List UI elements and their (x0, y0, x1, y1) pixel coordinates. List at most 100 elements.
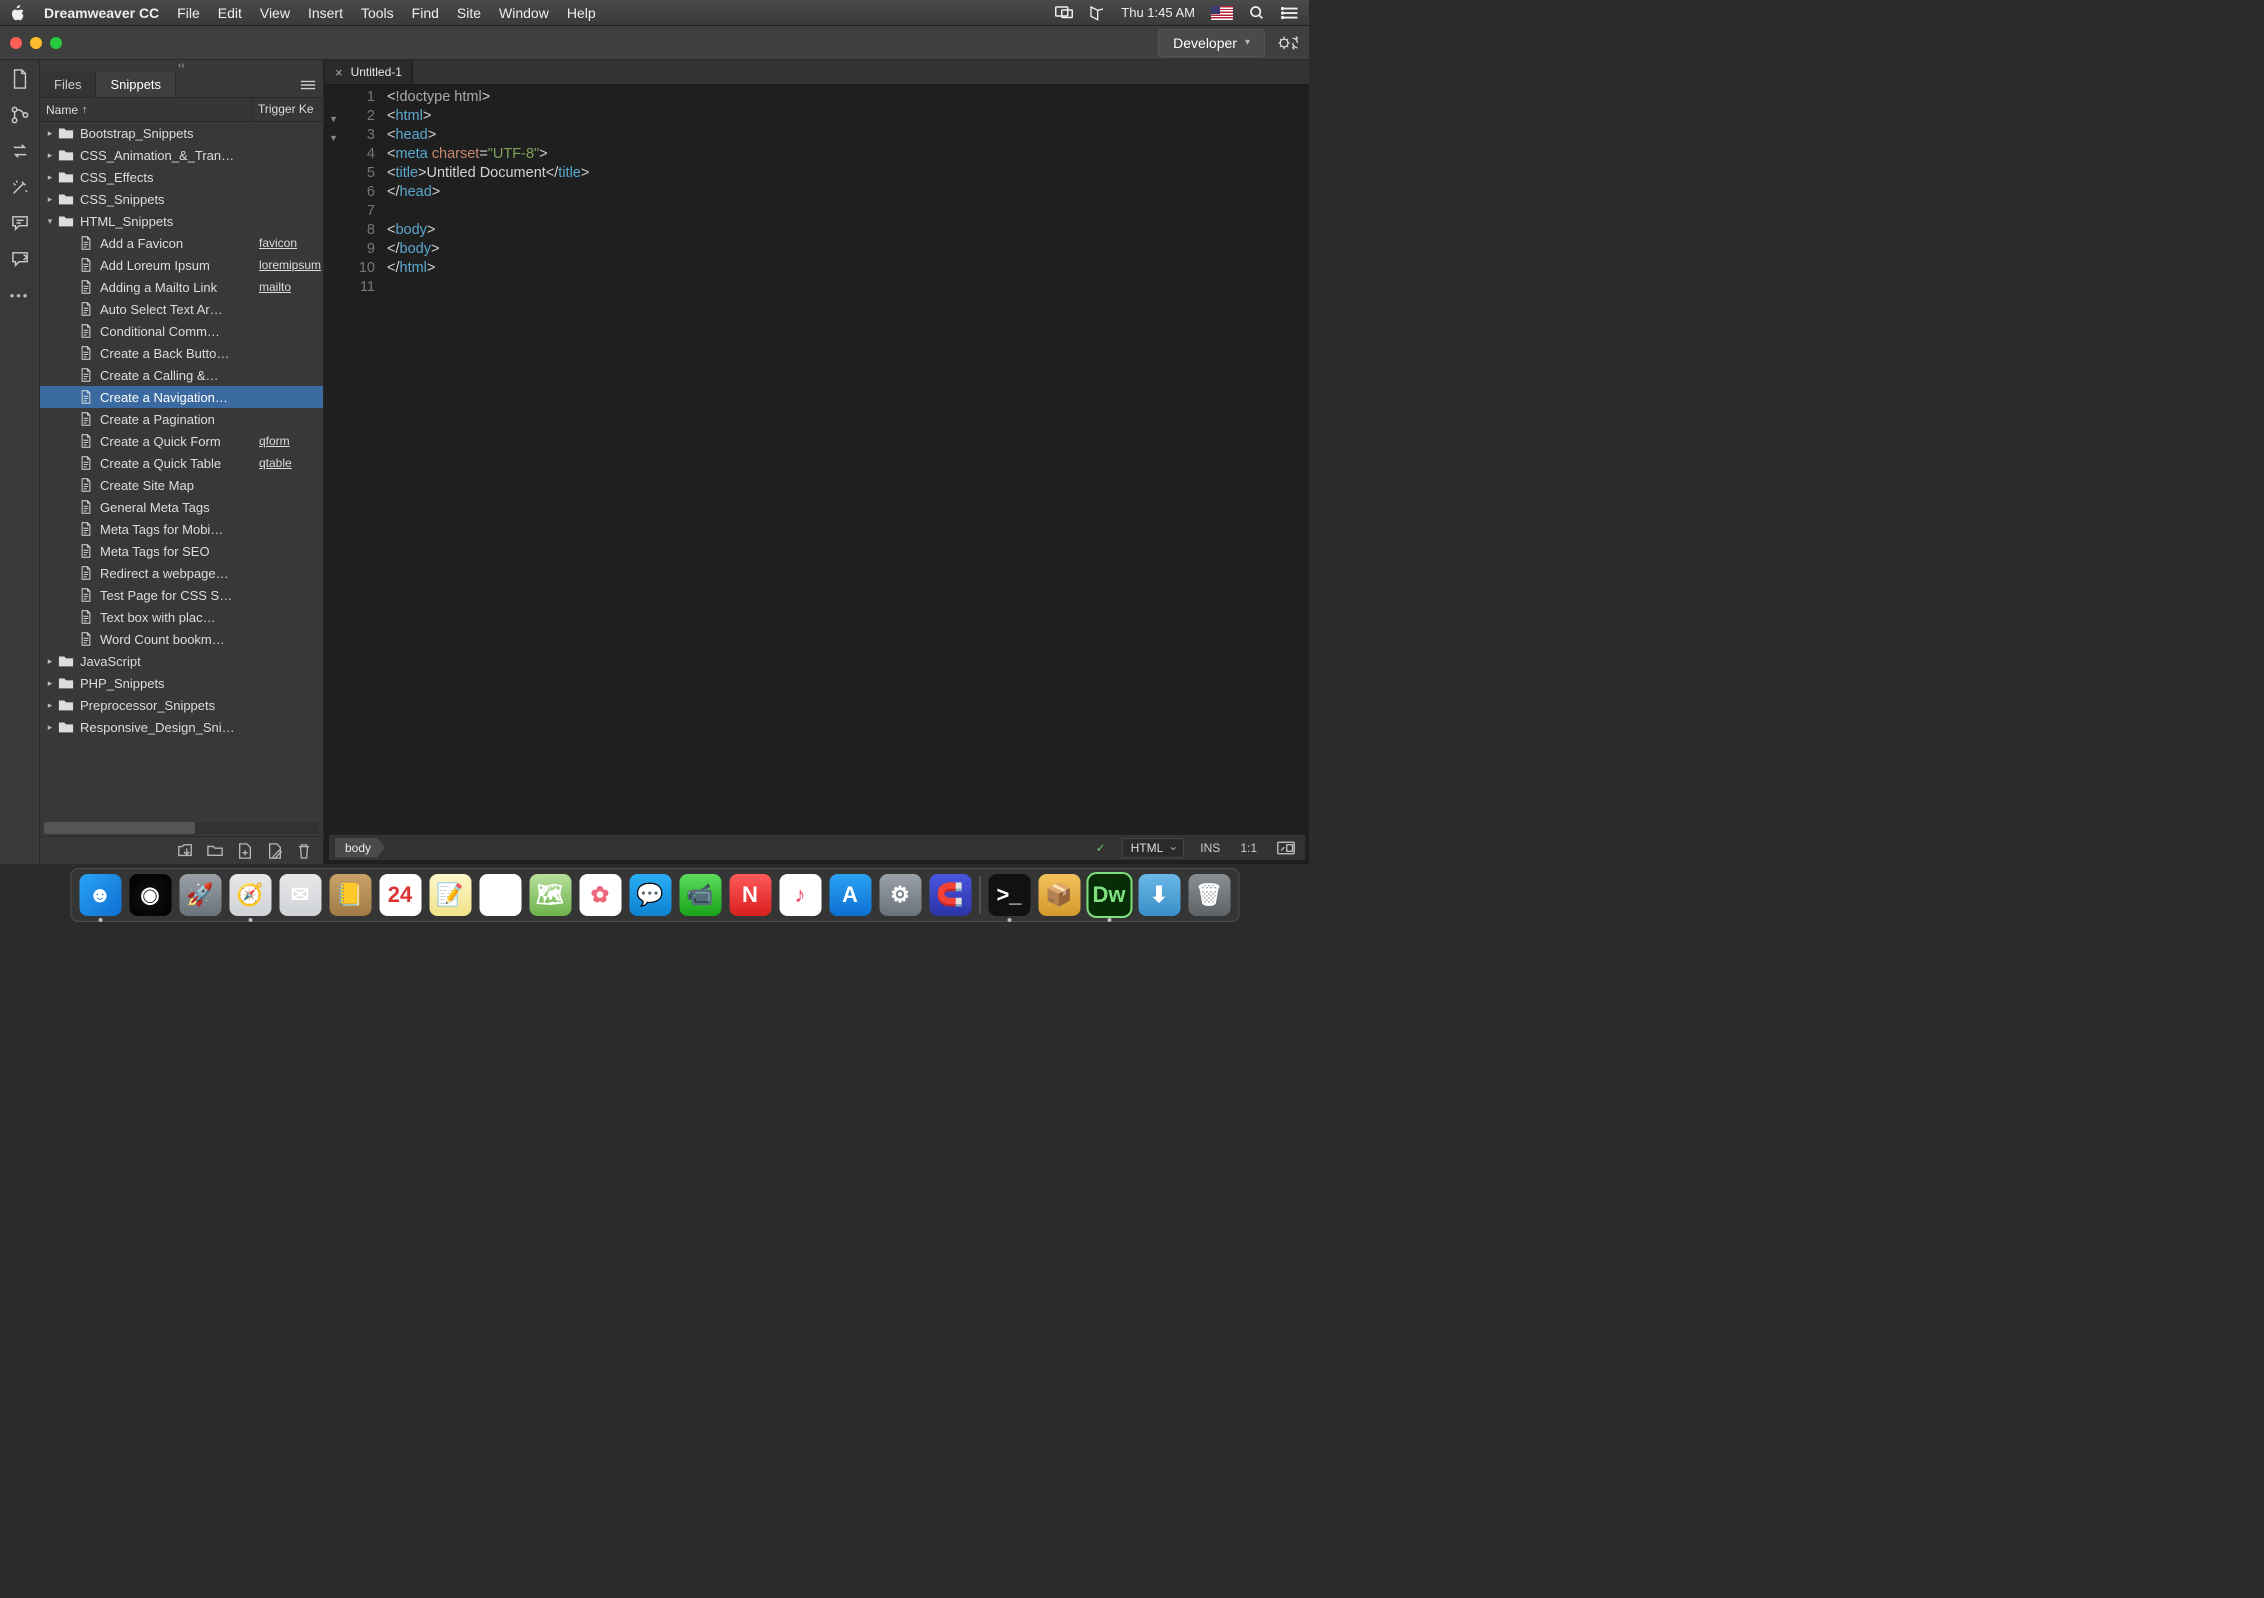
delete-snippet-icon[interactable] (297, 843, 313, 859)
disclosure-icon[interactable]: ▸ (44, 149, 56, 161)
dock-package[interactable]: 📦 (1038, 874, 1080, 916)
apple-menu-icon[interactable] (10, 5, 26, 21)
disclosure-icon[interactable]: ▸ (44, 127, 56, 139)
menu-file[interactable]: File (177, 5, 200, 21)
snippet-row[interactable]: General Meta Tags (40, 496, 323, 518)
wand-tool-icon[interactable] (9, 176, 31, 198)
dock-itunes[interactable]: ♪ (779, 874, 821, 916)
notification-icon[interactable] (1089, 5, 1105, 21)
screen-mirror-icon[interactable] (1055, 6, 1073, 20)
new-snippet-icon[interactable] (237, 843, 253, 859)
menubar-clock[interactable]: Thu 1:45 AM (1121, 5, 1195, 20)
menu-view[interactable]: View (260, 5, 290, 21)
snippet-row[interactable]: Create a Quick Tableqtable (40, 452, 323, 474)
snippet-row[interactable]: Add Loreum Ipsumloremipsum (40, 254, 323, 276)
menu-help[interactable]: Help (567, 5, 596, 21)
code-area[interactable]: 12▼3▼4567891011 <!doctype html><html><he… (325, 85, 1309, 834)
dock-safari[interactable]: 🧭 (229, 874, 271, 916)
comment-tool-icon[interactable] (9, 212, 31, 234)
dock-contacts[interactable]: 📒 (329, 874, 371, 916)
column-name-header[interactable]: Name↑ (40, 98, 251, 121)
dock-downloads[interactable]: ⬇ (1138, 874, 1180, 916)
disclosure-icon[interactable]: ▸ (44, 721, 56, 733)
snippets-tree[interactable]: ▸Bootstrap_Snippets▸CSS_Animation_&_Tran… (40, 122, 323, 820)
window-close-button[interactable] (10, 37, 22, 49)
insert-mode[interactable]: INS (1190, 841, 1230, 855)
window-minimize-button[interactable] (30, 37, 42, 49)
snippet-row[interactable]: Meta Tags for SEO (40, 540, 323, 562)
snippet-row[interactable]: Auto Select Text Ar… (40, 298, 323, 320)
git-tool-icon[interactable] (9, 104, 31, 126)
snippet-row[interactable]: Redirect a webpage… (40, 562, 323, 584)
dock-messages[interactable]: 💬 (629, 874, 671, 916)
snippet-row[interactable]: Test Page for CSS S… (40, 584, 323, 606)
dock-siri[interactable]: ◉ (129, 874, 171, 916)
window-zoom-button[interactable] (50, 37, 62, 49)
snippet-row[interactable]: Create a Navigation… (40, 386, 323, 408)
column-trigger-header[interactable]: Trigger Ke (251, 98, 323, 121)
output-tool-icon[interactable] (9, 248, 31, 270)
disclosure-icon[interactable]: ▸ (44, 677, 56, 689)
workspace-switcher[interactable]: Developer ▾ (1158, 29, 1265, 57)
dock-sysprefs[interactable]: ⚙ (879, 874, 921, 916)
spotlight-icon[interactable] (1249, 5, 1265, 21)
snippet-row[interactable]: Create a Back Butto… (40, 342, 323, 364)
dock-terminal[interactable]: >_ (988, 874, 1030, 916)
dock-magnet[interactable]: 🧲 (929, 874, 971, 916)
snippet-row[interactable]: Create Site Map (40, 474, 323, 496)
snippet-row[interactable]: Create a Pagination (40, 408, 323, 430)
dock-news[interactable]: N (729, 874, 771, 916)
dock-photos[interactable]: ✿ (579, 874, 621, 916)
file-tool-icon[interactable] (9, 68, 31, 90)
dock-calendar[interactable]: 24 (379, 874, 421, 916)
snippet-row[interactable]: Create a Calling &… (40, 364, 323, 386)
snippet-row[interactable]: Meta Tags for Mobi… (40, 518, 323, 540)
folder-row[interactable]: ▸Bootstrap_Snippets (40, 122, 323, 144)
snippet-row[interactable]: Add a Faviconfavicon (40, 232, 323, 254)
folder-row[interactable]: ▸PHP_Snippets (40, 672, 323, 694)
folder-row[interactable]: ▸JavaScript (40, 650, 323, 672)
notification-center-icon[interactable] (1281, 6, 1299, 20)
panel-tab-snippets[interactable]: Snippets (96, 72, 176, 97)
dock-mail[interactable]: ✉ (279, 874, 321, 916)
edit-snippet-icon[interactable] (267, 843, 283, 859)
folder-row[interactable]: ▸CSS_Snippets (40, 188, 323, 210)
disclosure-icon[interactable]: ▸ (44, 193, 56, 205)
dock-appstore[interactable]: A (829, 874, 871, 916)
snippet-row[interactable]: Text box with plac… (40, 606, 323, 628)
dock-trash[interactable]: 🗑 (1188, 874, 1230, 916)
menu-window[interactable]: Window (499, 5, 549, 21)
insert-snippet-icon[interactable] (177, 843, 193, 859)
new-folder-icon[interactable] (207, 843, 223, 859)
dock-dreamweaver[interactable]: Dw (1088, 874, 1130, 916)
swap-tool-icon[interactable] (9, 140, 31, 162)
more-tools-icon[interactable]: ••• (9, 284, 31, 306)
menu-find[interactable]: Find (412, 5, 439, 21)
close-tab-icon[interactable]: × (335, 65, 343, 80)
folder-row[interactable]: ▸Responsive_Design_Sni… (40, 716, 323, 738)
dock-notes[interactable]: 📝 (429, 874, 471, 916)
file-tab[interactable]: × Untitled-1 (325, 60, 413, 84)
disclosure-icon[interactable]: ▾ (44, 215, 56, 227)
tag-selector-breadcrumb[interactable]: body (335, 838, 385, 858)
snippet-row[interactable]: Create a Quick Formqform (40, 430, 323, 452)
menu-insert[interactable]: Insert (308, 5, 343, 21)
menu-site[interactable]: Site (457, 5, 481, 21)
sync-settings-icon[interactable] (1277, 32, 1299, 54)
folder-row[interactable]: ▸Preprocessor_Snippets (40, 694, 323, 716)
dock-finder[interactable]: ☻ (79, 874, 121, 916)
disclosure-icon[interactable]: ▸ (44, 171, 56, 183)
folder-row[interactable]: ▸CSS_Effects (40, 166, 323, 188)
panel-menu-icon[interactable] (293, 72, 323, 97)
panel-h-scrollbar[interactable] (44, 822, 319, 834)
snippet-row[interactable]: Adding a Mailto Linkmailto (40, 276, 323, 298)
preview-toggle-icon[interactable] (1267, 841, 1305, 855)
disclosure-icon[interactable]: ▸ (44, 655, 56, 667)
disclosure-icon[interactable]: ▸ (44, 699, 56, 711)
lint-ok-icon[interactable]: ✓ (1086, 841, 1116, 855)
menu-tools[interactable]: Tools (361, 5, 394, 21)
dock-maps[interactable]: 🗺 (529, 874, 571, 916)
folder-row[interactable]: ▾HTML_Snippets (40, 210, 323, 232)
dock-facetime[interactable]: 📹 (679, 874, 721, 916)
panel-collapse-button[interactable]: ‹‹ (40, 60, 323, 72)
